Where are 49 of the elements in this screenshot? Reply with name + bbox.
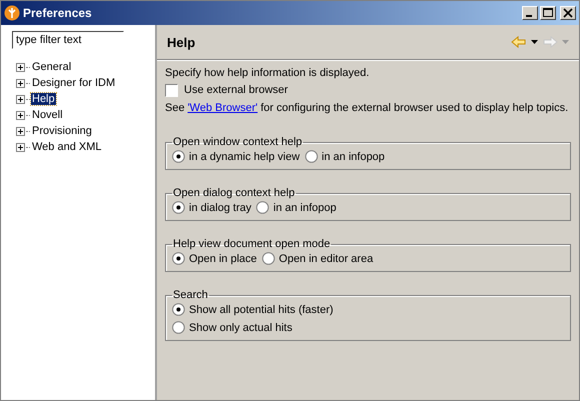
tree-item[interactable]: Novell [31, 109, 64, 121]
close-icon [563, 8, 573, 18]
radio-button[interactable] [172, 150, 185, 163]
expand-icon[interactable] [16, 142, 25, 152]
expand-icon[interactable] [16, 62, 25, 72]
group-title: Open dialog context help [172, 187, 296, 199]
close-button[interactable] [560, 6, 576, 20]
tree-item[interactable]: Help [31, 93, 56, 105]
radio-button[interactable] [172, 252, 185, 265]
group-title: Search [172, 289, 209, 301]
radio-button[interactable] [256, 201, 270, 214]
radio-button[interactable] [304, 150, 318, 163]
maximize-button[interactable] [540, 6, 556, 20]
tree-item[interactable]: Provisioning [31, 125, 93, 137]
radio-label: Show only actual hits [189, 322, 292, 334]
expand-icon[interactable] [16, 110, 25, 120]
expand-icon[interactable] [16, 94, 25, 104]
minimize-icon [526, 15, 532, 17]
see-text: See [165, 102, 185, 114]
tree-item[interactable]: General [31, 61, 72, 73]
radio-label: Open in place [189, 252, 257, 264]
expand-icon[interactable] [16, 126, 25, 136]
radio-label: in an infopop [322, 150, 385, 162]
checkbox-label: Use external browser [184, 84, 288, 96]
radio-button[interactable] [172, 201, 185, 214]
checkbox[interactable] [165, 84, 178, 96]
dropdown-icon[interactable] [531, 40, 538, 44]
maximize-icon [543, 8, 553, 18]
group-title: Help view document open mode [172, 238, 332, 250]
expand-icon[interactable] [16, 78, 25, 88]
radio-button[interactable] [262, 252, 275, 265]
page-title: Help [167, 34, 196, 50]
radio-label: in a dynamic help view [189, 150, 300, 162]
minimize-button[interactable] [522, 6, 538, 20]
web-browser-link[interactable]: 'Web Browser' [188, 102, 258, 114]
group-title: Open window context help [172, 136, 304, 148]
radio-button[interactable] [172, 321, 185, 334]
see-text: for configuring the external browser used to display help topics. [260, 102, 568, 114]
window-title: Preferences [23, 6, 93, 20]
radio-label: Show all potential hits (faster) [189, 304, 334, 316]
radio-label: Open in editor area [278, 252, 374, 264]
radio-button[interactable] [172, 303, 185, 316]
app-icon [4, 5, 20, 21]
description-text: Specify how help information is displayed. [165, 66, 370, 81]
radio-label: in an infopop [273, 202, 336, 214]
tree-item[interactable]: Web and XML [31, 141, 103, 153]
filter-field[interactable]: type filter text [12, 31, 124, 49]
radio-label: in dialog tray [189, 202, 252, 214]
tree-item[interactable]: Designer for IDM [31, 77, 116, 89]
